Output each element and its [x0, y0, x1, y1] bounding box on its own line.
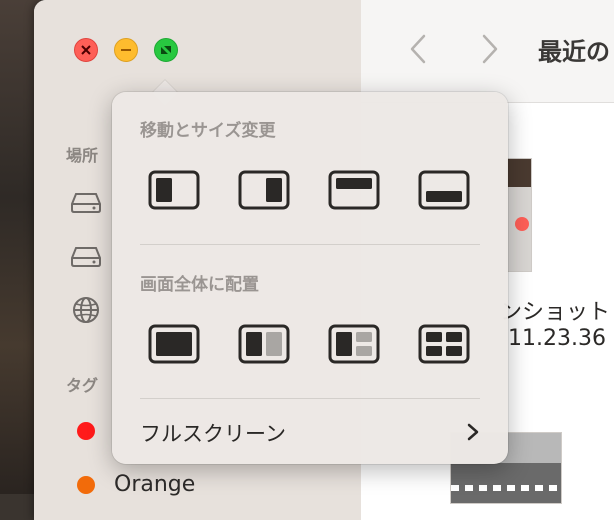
tag-orange-label[interactable]: Orange: [114, 472, 195, 497]
tile-right-button[interactable]: [238, 170, 290, 210]
left-and-two-right-button[interactable]: [328, 324, 380, 364]
tile-left-button[interactable]: [148, 170, 200, 210]
back-button[interactable]: [404, 32, 434, 66]
popover-divider: [140, 398, 480, 399]
fill-screen-icon: [148, 324, 200, 364]
tile-bottom-button[interactable]: [418, 170, 470, 210]
tile-right-icon: [238, 170, 290, 210]
drive-icon[interactable]: [70, 186, 102, 216]
file-thumbnail[interactable]: [506, 158, 532, 272]
tile-top-button[interactable]: [328, 170, 380, 210]
minimize-icon: [121, 49, 131, 51]
chevron-left-icon: [410, 34, 426, 64]
quarters-button[interactable]: [418, 324, 470, 364]
tile-left-icon: [148, 170, 200, 210]
file-name-line2[interactable]: 11.23.36: [508, 326, 606, 351]
move-resize-header: 移動とサイズ変更: [140, 121, 276, 141]
fullscreen-label: フルスクリーン: [140, 422, 286, 446]
tag-red-dot[interactable]: [77, 422, 95, 440]
zoom-icon: [161, 46, 171, 54]
close-icon: [81, 45, 91, 55]
fullscreen-tile-header: 画面全体に配置: [140, 275, 259, 295]
drive-icon[interactable]: [70, 240, 102, 270]
sidebar-tags-header: タグ: [66, 376, 99, 395]
minimize-button[interactable]: [114, 38, 138, 62]
window-title: 最近の: [538, 38, 610, 66]
sidebar-locations-header: 場所: [66, 146, 99, 165]
file-name-line1[interactable]: ンショット: [500, 294, 610, 326]
zoom-button[interactable]: [154, 38, 178, 62]
chevron-right-icon: [482, 34, 498, 64]
split-left-right-button[interactable]: [238, 324, 290, 364]
fullscreen-menu-item[interactable]: フルスクリーン: [140, 414, 480, 450]
fill-screen-button[interactable]: [148, 324, 200, 364]
tile-bottom-icon: [418, 170, 470, 210]
forward-button[interactable]: [474, 32, 504, 66]
network-globe-icon[interactable]: [72, 296, 104, 326]
tag-orange-dot[interactable]: [77, 476, 95, 494]
split-left-right-icon: [238, 324, 290, 364]
left-and-two-right-icon: [328, 324, 380, 364]
quarters-icon: [418, 324, 470, 364]
popover-divider: [140, 244, 480, 245]
tile-top-icon: [328, 170, 380, 210]
close-button[interactable]: [74, 38, 98, 62]
chevron-right-icon: [467, 423, 479, 441]
